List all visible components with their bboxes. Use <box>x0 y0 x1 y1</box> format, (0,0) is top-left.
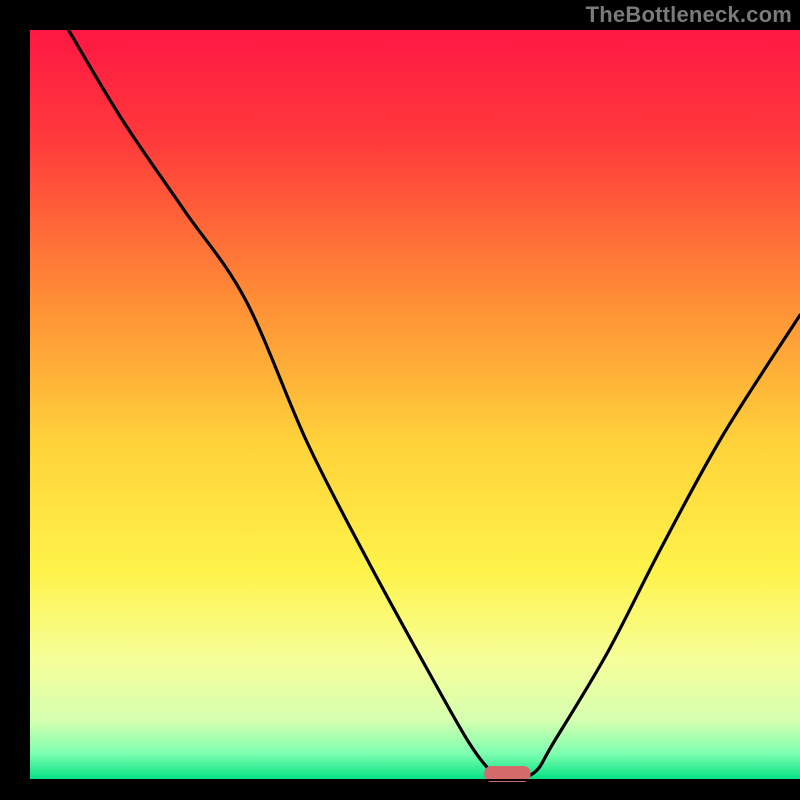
chart-background-gradient <box>30 30 800 780</box>
bottleneck-chart <box>0 0 800 800</box>
watermark-label: TheBottleneck.com <box>586 2 792 28</box>
